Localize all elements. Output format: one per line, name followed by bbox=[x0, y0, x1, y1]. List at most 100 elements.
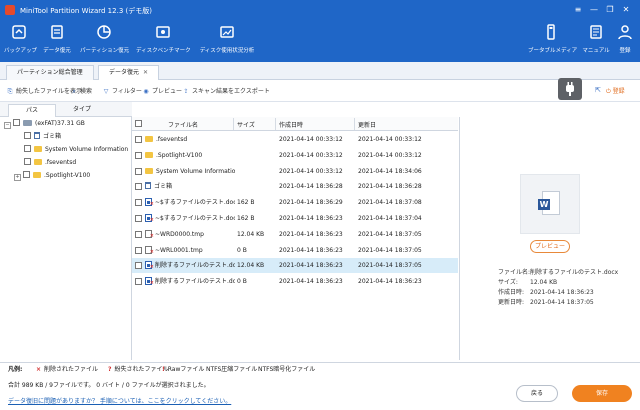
export-results-icon[interactable]: ⇱ bbox=[595, 86, 601, 94]
collapse-icon[interactable]: − bbox=[4, 122, 11, 129]
file-modified: 2021-04-14 18:37:08 bbox=[358, 199, 422, 207]
column-divider[interactable] bbox=[354, 118, 355, 130]
backup-button[interactable]: バックアップ bbox=[4, 24, 38, 60]
app-logo-icon bbox=[5, 5, 15, 15]
tree-node-system-volume[interactable]: System Volume Information bbox=[24, 144, 128, 156]
search-label: 検索 bbox=[80, 88, 93, 95]
close-icon[interactable]: ✕ bbox=[620, 4, 632, 16]
column-header-created[interactable]: 作成日時 bbox=[279, 120, 303, 129]
data-recovery-icon bbox=[51, 25, 63, 39]
file-row[interactable]: × ~WRL0001.tmp 0 B 2021-04-14 18:36:23 2021-… bbox=[132, 243, 458, 258]
file-checkbox[interactable] bbox=[135, 262, 142, 270]
back-button[interactable]: 戻る bbox=[516, 385, 558, 402]
legend-label: Rawファイル bbox=[167, 366, 205, 373]
manual-button[interactable]: マニュアル bbox=[582, 24, 610, 60]
help-link[interactable]: データ復旧に問題がありますか？ 手順については、ここをクリックしてください。 bbox=[8, 396, 231, 405]
legend-bar: 凡例: × 削除されたファイル ? 紛失されたファイル ! Rawファイル NTFS圧… bbox=[0, 362, 640, 376]
menu-icon[interactable]: ≡ bbox=[572, 4, 584, 16]
file-name: 削除するファイルのテスト.docx bbox=[155, 262, 235, 270]
tab-close-icon[interactable]: ✕ bbox=[143, 69, 148, 76]
file-checkbox[interactable] bbox=[135, 183, 142, 191]
subtab-path[interactable]: パス bbox=[8, 104, 56, 117]
disk-benchmark-button[interactable]: ディスクベンチマーク bbox=[136, 24, 191, 60]
word-document-icon: × bbox=[145, 261, 154, 270]
preview-button[interactable]: ◉ プレビュー bbox=[142, 86, 182, 95]
backup-icon bbox=[12, 25, 26, 39]
register-label: 登録 bbox=[619, 48, 631, 54]
deleted-mark-icon: × bbox=[149, 232, 154, 239]
file-row[interactable]: × ~$するファイルのテスト.docx 162 B 2021-04-14 18:36:… bbox=[132, 211, 458, 226]
info-value: 2021-04-14 18:36:23 bbox=[530, 289, 594, 296]
file-list: ファイル名 サイズ 作成日時 更新日 .fseventsd 2021-04-14 … bbox=[132, 117, 458, 360]
tree-checkbox[interactable] bbox=[13, 119, 20, 126]
tab-bar: パーティション総合管理 データ復元 ✕ bbox=[0, 62, 640, 81]
register-button[interactable]: 登録 bbox=[614, 24, 636, 60]
plug-icon[interactable] bbox=[558, 78, 582, 100]
tab-data-recovery[interactable]: データ復元 ✕ bbox=[98, 65, 160, 81]
tree-node-trash[interactable]: ゴミ箱 bbox=[24, 131, 61, 143]
file-row[interactable]: ゴミ箱 2021-04-14 18:36:28 2021-04-14 18:36:2… bbox=[132, 179, 458, 194]
lost-mark-icon: ? bbox=[108, 366, 112, 373]
file-row[interactable]: .fseventsd 2021-04-14 00:33:12 2021-04-14 … bbox=[132, 132, 458, 147]
subtab-type[interactable]: タイプ bbox=[58, 104, 106, 117]
space-analyzer-button[interactable]: ディスク使用状況分析 bbox=[198, 24, 256, 60]
column-divider[interactable] bbox=[233, 118, 234, 130]
partition-recovery-button[interactable]: パーティション復元 bbox=[80, 24, 129, 60]
select-all-checkbox[interactable] bbox=[135, 120, 142, 127]
file-checkbox[interactable] bbox=[135, 246, 142, 254]
file-checkbox[interactable] bbox=[135, 136, 142, 143]
file-size: 12.04 KB bbox=[237, 262, 265, 270]
preview-label: プレビュー bbox=[152, 88, 183, 95]
column-divider[interactable] bbox=[275, 118, 276, 130]
file-created: 2021-04-14 18:36:23 bbox=[279, 246, 343, 254]
preview-info-created: 作成日時: 2021-04-14 18:36:23 bbox=[498, 287, 594, 296]
file-row[interactable]: × ~$するファイルのテスト.docx 162 B 2021-04-14 18:36:… bbox=[132, 195, 458, 210]
data-recovery-button[interactable]: データ復元 bbox=[40, 24, 74, 60]
file-row[interactable]: × 削除するファイルのテスト.docx 0 B 2021-04-14 18:36:23… bbox=[132, 274, 458, 289]
column-header-modified[interactable]: 更新日 bbox=[358, 120, 376, 129]
login-button[interactable]: ⏻ 登録 bbox=[606, 86, 625, 96]
file-size: 0 B bbox=[237, 246, 247, 254]
file-created: 2021-04-14 18:36:23 bbox=[279, 215, 343, 222]
column-header-size[interactable]: サイズ bbox=[237, 120, 255, 129]
file-row[interactable]: System Volume Information 2021-04-14 00:3… bbox=[132, 164, 458, 179]
deleted-mark-icon: × bbox=[149, 280, 154, 287]
preview-file-button[interactable]: プレビュー bbox=[530, 240, 570, 253]
search-button[interactable]: ⌕ 検索 bbox=[70, 86, 92, 96]
backup-label: バックアップ bbox=[4, 48, 38, 54]
file-row[interactable]: × ~WRD0000.tmp 12.04 KB 2021-04-14 18:36:23… bbox=[132, 227, 458, 242]
column-header-name[interactable]: ファイル名 bbox=[168, 120, 198, 129]
file-checkbox[interactable] bbox=[135, 151, 142, 159]
expand-icon[interactable]: + bbox=[14, 174, 21, 181]
filter-button[interactable]: ▽ フィルター bbox=[102, 86, 142, 95]
file-created: 2021-04-14 18:36:29 bbox=[279, 199, 343, 207]
file-created: 2021-04-14 18:36:23 bbox=[279, 278, 343, 286]
tree-checkbox[interactable] bbox=[24, 145, 31, 152]
file-checkbox[interactable] bbox=[135, 167, 142, 175]
minimize-icon[interactable]: — bbox=[588, 4, 600, 16]
legend-raw: ! Rawファイル bbox=[162, 363, 204, 377]
file-checkbox[interactable] bbox=[135, 278, 142, 286]
tree-checkbox[interactable] bbox=[23, 171, 30, 178]
bootable-media-button[interactable]: ブータブルメディア bbox=[528, 24, 577, 60]
tree-checkbox[interactable] bbox=[24, 158, 31, 165]
tree-node-fseventsd[interactable]: .fseventsd bbox=[24, 157, 76, 169]
export-icon: ⇪ bbox=[183, 88, 189, 95]
file-checkbox[interactable] bbox=[135, 199, 142, 207]
file-name: ~$するファイルのテスト.docx bbox=[155, 199, 235, 207]
file-checkbox[interactable] bbox=[135, 215, 142, 222]
file-checkbox[interactable] bbox=[135, 230, 142, 238]
eye-icon: ◉ bbox=[143, 88, 149, 95]
tree-checkbox[interactable] bbox=[24, 132, 31, 139]
folder-icon bbox=[33, 172, 41, 178]
maximize-icon[interactable]: ❐ bbox=[604, 4, 616, 16]
export-scan-button[interactable]: ⇪ スキャン結果をエクスポート bbox=[182, 86, 269, 95]
save-button[interactable]: 保存 bbox=[572, 385, 632, 402]
tree-node-spotlight[interactable]: + .Spotlight-V100 bbox=[14, 170, 90, 182]
file-row[interactable]: .Spotlight-V100 2021-04-14 00:33:12 2021-0… bbox=[132, 148, 458, 163]
tree-node-drive[interactable]: − (exFAT)37.31 GB bbox=[4, 118, 85, 130]
file-row[interactable]: × 削除するファイルのテスト.docx 12.04 KB 2021-04-14 18:… bbox=[132, 258, 458, 274]
tab-partition-management[interactable]: パーティション総合管理 bbox=[6, 65, 94, 80]
selection-summary: 合計 989 KB / 9ファイルです。 0 バイト / 0 ファイルが選択され… bbox=[8, 382, 210, 389]
legend-ntfs-encrypted: NTFS暗号化ファイル bbox=[258, 363, 315, 377]
